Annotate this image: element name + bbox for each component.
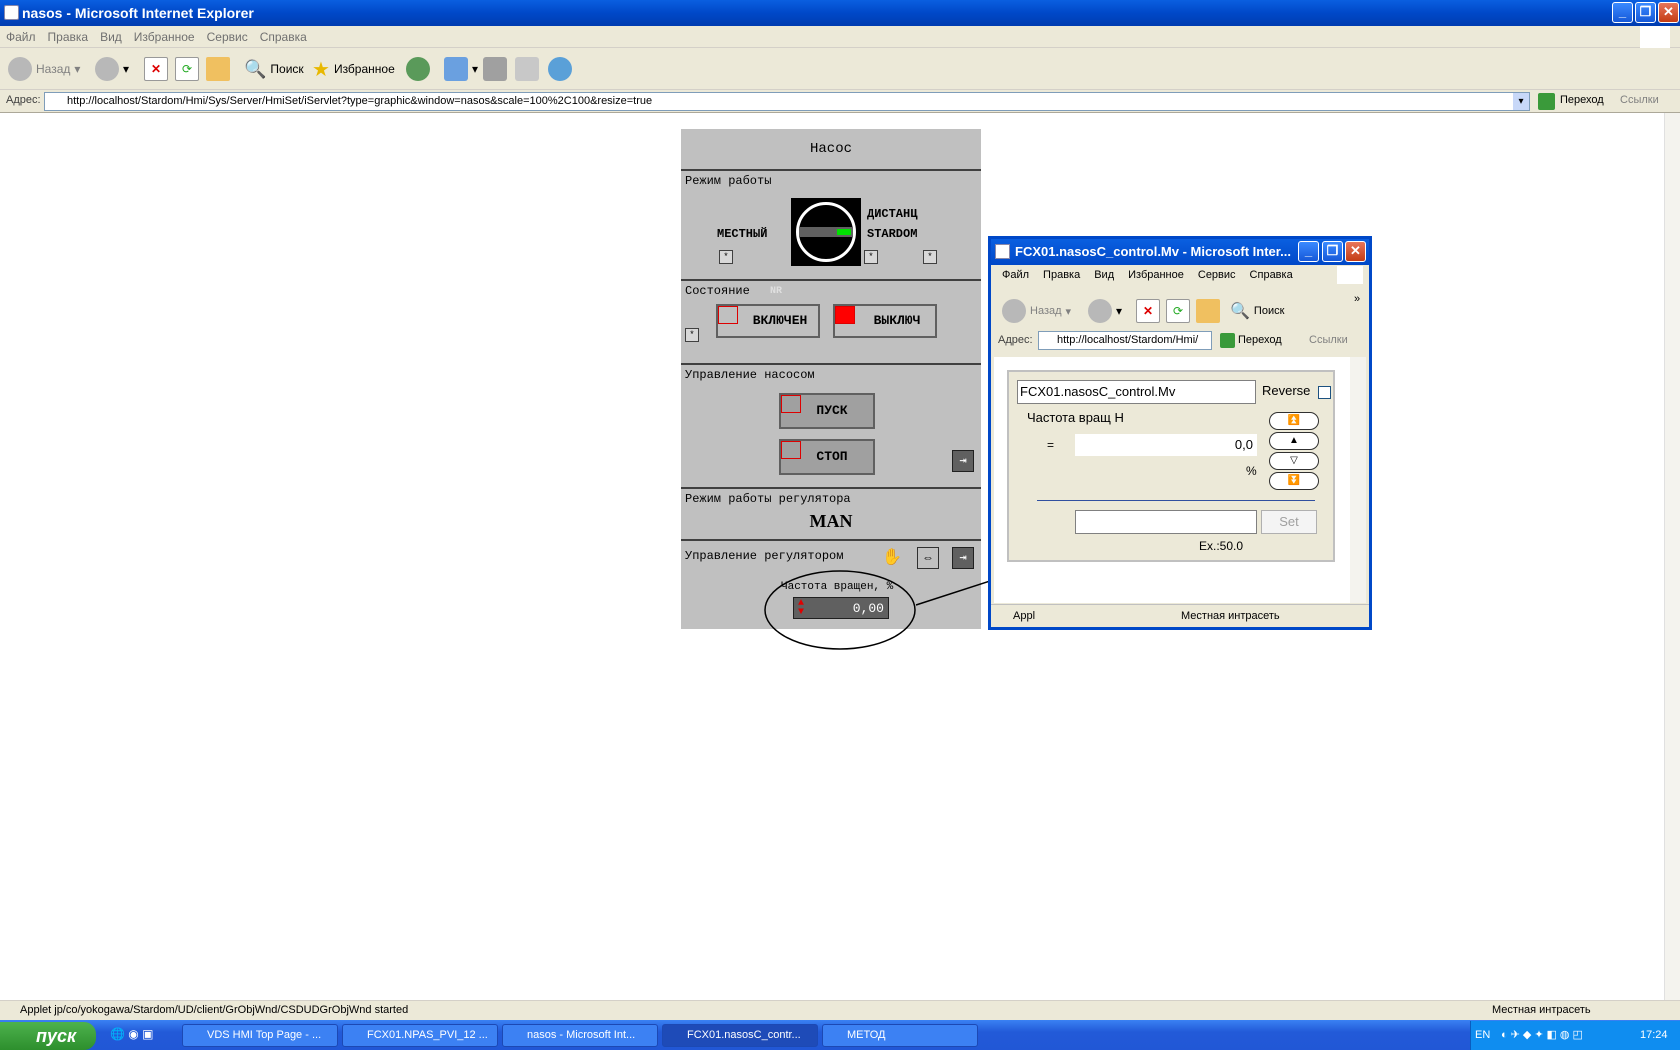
reverse-checkbox[interactable] (1318, 386, 1331, 399)
down-button[interactable]: ▽ (1269, 452, 1319, 470)
start-button[interactable]: пуск (0, 1022, 96, 1050)
value-field: 0,0 (1075, 434, 1257, 456)
task-nasos[interactable]: nasos - Microsoft Int... (502, 1024, 658, 1047)
popup-search-button[interactable]: 🔍 Поиск (1230, 296, 1284, 326)
popup-menu-tools[interactable]: Сервис (1198, 269, 1236, 281)
equals-sign: = (1047, 438, 1055, 452)
popup-toolbar: Назад ▾ ▾ ✕ ⟳ 🔍 Поиск » (994, 293, 1366, 323)
popup-stop-button[interactable]: ✕ (1136, 296, 1160, 326)
system-tray: EN ◐✈◆✦◧◍◰ 17:24 (1470, 1021, 1680, 1050)
ie-quicklaunch-icon[interactable]: 🌐 (110, 1027, 125, 1041)
popup-menu-view[interactable]: Вид (1094, 269, 1114, 281)
task-fcx01-nasosc[interactable]: FCX01.nasosC_contr... (662, 1024, 818, 1047)
popup-windows-logo-icon (1337, 266, 1363, 284)
tag-field[interactable]: FCX01.nasosC_control.Mv (1017, 380, 1256, 404)
popup-address-label: Адрес: (998, 334, 1033, 346)
popup-refresh-icon: ⟳ (1166, 299, 1190, 323)
popup-menu-file[interactable]: Файл (1002, 269, 1029, 281)
up-button[interactable]: ▲ (1269, 432, 1319, 450)
task-vds-hmi[interactable]: VDS HMI Top Page - ... (182, 1024, 338, 1047)
popup-home-icon (1196, 299, 1220, 323)
status-text: Applet jp/co/yokogawa/Stardom/UD/client/… (20, 1004, 409, 1016)
popup-status-bar: Appl Местная интрасеть (991, 604, 1369, 627)
clock: 17:24 (1640, 1029, 1668, 1041)
popup-home-button[interactable] (1196, 296, 1220, 326)
popup-ie-icon (995, 244, 1010, 259)
popup-address-input[interactable]: http://localhost/Stardom/Hmi/ (1038, 331, 1212, 350)
desktop-quicklaunch-icon[interactable]: ▣ (142, 1027, 153, 1041)
language-indicator[interactable]: EN (1471, 1021, 1490, 1050)
popup-menu-favorites[interactable]: Избранное (1128, 269, 1184, 281)
popup-back-icon (1002, 299, 1026, 323)
applet-divider (1037, 500, 1315, 501)
popup-toolbar-chevron-icon[interactable]: » (1354, 293, 1360, 305)
fast-up-button[interactable]: ⏫ (1269, 412, 1319, 430)
param-label: Частота вращ Н (1027, 410, 1124, 425)
unit-label: % (1246, 464, 1257, 478)
task-metod[interactable]: МЕТОД (822, 1024, 978, 1047)
popup-status-text: Appl (1013, 610, 1036, 622)
popup-stop-icon: ✕ (1136, 299, 1160, 323)
annotation-overlay (764, 500, 1320, 650)
popup-menu-help[interactable]: Справка (1250, 269, 1293, 281)
set-button[interactable]: Set (1261, 510, 1317, 534)
status-bar: Applet jp/co/yokogawa/Stardom/UD/client/… (0, 1000, 1680, 1020)
media-quicklaunch-icon[interactable]: ◉ (128, 1027, 138, 1041)
popup-go-button[interactable]: Переход (1238, 334, 1282, 346)
popup-menu-bar: Файл Правка Вид Избранное Сервис Справка (994, 265, 1332, 285)
popup-links-button[interactable]: Ссылки (1309, 334, 1348, 346)
annotation-ellipse-freq (764, 570, 916, 650)
status-zone: Местная интрасеть (1492, 1004, 1591, 1016)
popup-refresh-button[interactable]: ⟳ (1166, 296, 1190, 326)
popup-forward-button[interactable]: ▾ (1088, 296, 1122, 326)
example-label: Ex.:50.0 (1199, 539, 1244, 553)
popup-close-button[interactable]: ✕ (1345, 241, 1366, 262)
tray-icons[interactable]: ◐✈◆✦◧◍◰ (1501, 1021, 1586, 1050)
popup-menu-edit[interactable]: Правка (1043, 269, 1080, 281)
popup-go-icon[interactable] (1220, 333, 1235, 348)
popup-back-button[interactable]: Назад ▾ (1002, 296, 1071, 326)
popup-search-icon: 🔍 (1230, 303, 1250, 320)
fast-down-button[interactable]: ⏬ (1269, 472, 1319, 490)
task-fcx01-npas[interactable]: FCX01.NPAS_PVI_12 ... (342, 1024, 498, 1047)
reverse-label: Reverse (1262, 383, 1311, 398)
popup-address-bar: Адрес: http://localhost/Stardom/Hmi/ Пер… (994, 330, 1366, 352)
popup-scrollbar[interactable] (1350, 357, 1366, 603)
popup-forward-icon (1088, 299, 1112, 323)
set-value-input[interactable] (1075, 510, 1257, 534)
popup-minimize-button[interactable]: _ (1298, 241, 1319, 262)
popup-status-zone: Местная интрасеть (1181, 610, 1280, 622)
popup-maximize-button[interactable]: ❐ (1322, 241, 1343, 262)
applet-panel: FCX01.nasosC_control.Mv Reverse Частота … (1007, 370, 1335, 562)
quick-launch: 🌐 ◉ ▣ (110, 1027, 170, 1045)
